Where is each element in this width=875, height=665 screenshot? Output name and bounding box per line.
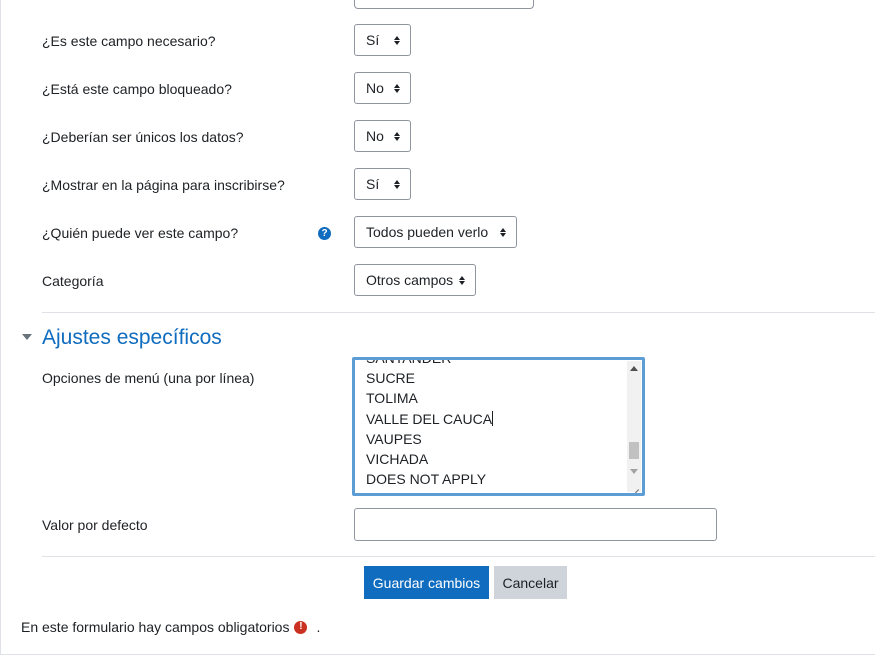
- textarea-line: SUCRE: [366, 370, 416, 387]
- textarea-line: SANTANDER: [366, 357, 452, 366]
- select-arrows-icon: [394, 83, 400, 93]
- section-title[interactable]: Ajustes específicos: [42, 325, 222, 351]
- select-value: Otros campos: [366, 272, 454, 288]
- category-select[interactable]: Otros campos: [354, 264, 476, 296]
- show-on-signup-select[interactable]: Sí: [354, 168, 411, 200]
- cancel-button[interactable]: Cancelar: [494, 566, 567, 599]
- select-arrows-icon: [394, 179, 400, 189]
- required-fields-note: En este formulario hay campos obligatori…: [21, 618, 320, 636]
- select-arrows-icon: [459, 275, 465, 285]
- textarea-line: TOLIMA: [366, 390, 418, 407]
- select-value: Sí: [366, 32, 380, 48]
- section-divider: [42, 312, 875, 313]
- select-value: Todos pueden verlo: [366, 224, 489, 240]
- textarea-scrollbar[interactable]: [627, 361, 641, 479]
- collapse-chevron-icon[interactable]: [22, 334, 32, 340]
- page-bottom-border: [0, 654, 875, 655]
- buttons-divider: [42, 556, 875, 557]
- text-caret: [492, 410, 494, 426]
- select-value: Sí: [366, 176, 380, 192]
- unique-data-select[interactable]: No: [354, 120, 411, 152]
- menu-options-textarea[interactable]: SANTANDER SUCRE TOLIMA VALLE DEL CAUCA V…: [352, 357, 645, 496]
- required-field-select[interactable]: Sí: [354, 24, 411, 56]
- required-note-suffix: .: [316, 619, 321, 635]
- scroll-up-icon[interactable]: [630, 366, 638, 371]
- required-note-text: En este formulario hay campos obligatori…: [21, 619, 290, 635]
- page-left-border: [0, 0, 1, 655]
- visibility-label: ¿Quién puede ver este campo?: [42, 225, 239, 241]
- select-arrows-icon: [394, 131, 400, 141]
- scroll-thumb[interactable]: [629, 442, 639, 459]
- textarea-content: SANTANDER SUCRE TOLIMA VALLE DEL CAUCA V…: [366, 357, 494, 489]
- scroll-down-icon[interactable]: [630, 469, 638, 474]
- locked-field-select[interactable]: No: [354, 72, 411, 104]
- show-on-signup-label: ¿Mostrar en la página para inscribirse?: [42, 177, 285, 193]
- select-value: No: [366, 80, 384, 96]
- help-icon[interactable]: ?: [318, 227, 331, 240]
- textarea-line-active: VALLE DEL CAUCA: [366, 409, 494, 429]
- textarea-line: VAUPES: [366, 430, 422, 447]
- visibility-select[interactable]: Todos pueden verlo: [354, 216, 517, 248]
- category-label: Categoría: [42, 273, 104, 289]
- select-arrows-icon: [394, 35, 400, 45]
- previous-field-input[interactable]: [354, 0, 534, 9]
- locked-field-label: ¿Está este campo bloqueado?: [42, 81, 232, 97]
- default-value-label: Valor por defecto: [42, 517, 148, 533]
- textarea-line-text: VALLE DEL CAUCA: [366, 410, 493, 427]
- required-field-label: ¿Es este campo necesario?: [42, 33, 216, 49]
- resize-grip-icon[interactable]: [627, 478, 641, 492]
- required-exclamation-icon: !: [294, 620, 308, 634]
- select-value: No: [366, 128, 384, 144]
- menu-options-label: Opciones de menú (una por línea): [42, 370, 255, 386]
- textarea-line: VICHADA: [366, 451, 429, 468]
- unique-data-label: ¿Deberían ser únicos los datos?: [42, 129, 244, 145]
- select-arrows-icon: [500, 227, 506, 237]
- textarea-line: DOES NOT APPLY: [366, 471, 487, 488]
- save-changes-button[interactable]: Guardar cambios: [364, 566, 489, 599]
- default-value-input[interactable]: [354, 508, 717, 541]
